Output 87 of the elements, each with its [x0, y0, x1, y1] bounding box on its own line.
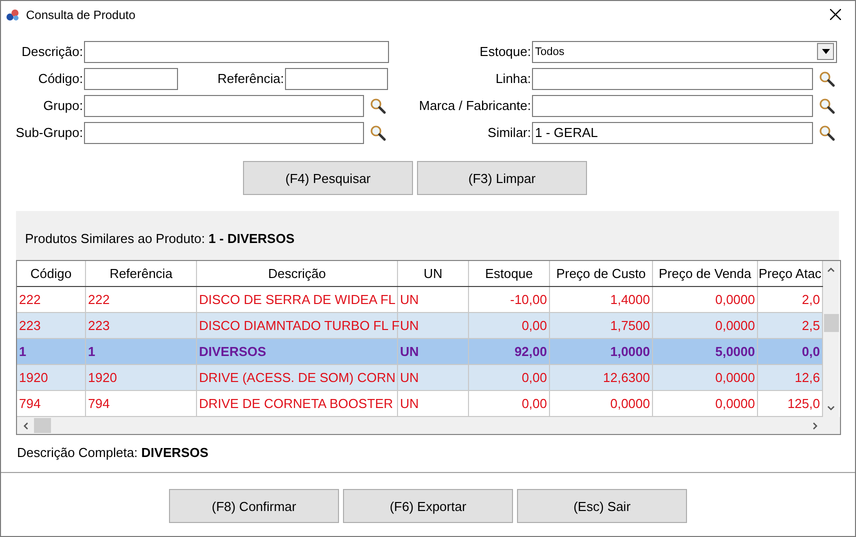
table-cell: 222 [86, 287, 197, 312]
search-icon[interactable] [370, 124, 386, 140]
scroll-down-icon[interactable] [827, 404, 835, 412]
table-cell: DRIVE (ACESS. DE SOM) CORN [197, 365, 398, 390]
dropdown-arrow-icon [822, 49, 830, 54]
column-header[interactable]: Preço de Venda [653, 261, 758, 286]
app-logo-icon [6, 8, 20, 22]
table-cell: 5,0000 [653, 339, 758, 364]
window-title: Consulta de Produto [26, 8, 136, 22]
column-header[interactable]: Código [17, 261, 86, 286]
full-description: Descrição Completa: DIVERSOS [17, 445, 210, 460]
column-header[interactable]: UN [398, 261, 469, 286]
scroll-up-icon[interactable] [827, 266, 835, 274]
scroll-left-icon[interactable] [22, 422, 30, 430]
export-button[interactable]: (F6) Exportar [343, 489, 513, 523]
search-icon[interactable] [370, 98, 386, 114]
table-cell: 0,00 [469, 391, 550, 416]
table-cell: 794 [86, 391, 197, 416]
table-cell: 1 [86, 339, 197, 364]
table-cell: 0,00 [469, 313, 550, 338]
search-icon[interactable] [819, 98, 835, 114]
table-cell: DISCO DIAMNTADO TURBO FL F [197, 313, 398, 338]
input-field[interactable]: 1 - GERAL [532, 122, 813, 144]
vertical-scrollbar[interactable] [823, 261, 839, 417]
input-field[interactable] [84, 40, 389, 62]
exit-button[interactable]: (Esc) Sair [517, 489, 687, 523]
table-cell: DISCO DE SERRA DE WIDEA FL [197, 287, 398, 312]
table-cell: -10,00 [469, 287, 550, 312]
table-cell: 1,0000 [550, 339, 653, 364]
input-field[interactable] [84, 68, 178, 90]
column-header[interactable]: Preço de Custo [550, 261, 653, 286]
table-cell: UN [398, 313, 469, 338]
table-cell: 0,0000 [653, 313, 758, 338]
table-cell: DRIVE DE CORNETA BOOSTER [197, 391, 398, 416]
table-cell: 92,00 [469, 339, 550, 364]
table-cell: 1920 [17, 365, 86, 390]
table-cell: UN [398, 365, 469, 390]
field-label: Código: [37, 71, 84, 86]
table-cell: 0,0000 [550, 391, 653, 416]
table-cell: 0,0000 [653, 287, 758, 312]
field-label: Similar: [486, 125, 532, 140]
table-cell: 1920 [86, 365, 197, 390]
table-cell: 0,0000 [653, 391, 758, 416]
input-field[interactable] [285, 68, 388, 90]
table-cell: 223 [86, 313, 197, 338]
table-row[interactable]: 223 223 DISCO DIAMNTADO TURBO FL FUN 0,00 1,7500 0,0000 2,5 [17, 313, 823, 339]
table-cell: 1,4000 [550, 287, 653, 312]
column-header[interactable]: Estoque [469, 261, 550, 286]
table-cell: 794 [17, 391, 86, 416]
table-cell: 12,6300 [550, 365, 653, 390]
horizontal-scrollbar[interactable] [17, 417, 840, 434]
input-field[interactable] [532, 68, 813, 90]
field-label: Sub-Grupo: [14, 125, 84, 140]
table-row[interactable]: 1920 1920 DRIVE (ACESS. DE SOM) CORN UN 0,00 12,6300 0,0000 12,6 [17, 365, 823, 391]
scrollbar-thumb[interactable] [34, 418, 51, 433]
scroll-right-icon[interactable] [811, 422, 819, 430]
search-icon[interactable] [819, 70, 835, 86]
field-label: Descrição: [20, 44, 84, 59]
table-cell: 222 [17, 287, 86, 312]
table-cell: DIVERSOS [197, 339, 398, 364]
field-label: Marca / Fabricante: [418, 98, 532, 113]
scrollbar-thumb[interactable] [824, 314, 838, 332]
stock-dropdown[interactable]: Todos [532, 40, 837, 62]
table-cell: 1,7500 [550, 313, 653, 338]
table-cell: UN [398, 339, 469, 364]
table-cell: UN [398, 287, 469, 312]
table-cell: 223 [17, 313, 86, 338]
search-icon[interactable] [819, 124, 835, 140]
similar-products-label: Produtos Similares ao Produto: 1 - DIVERSOS [24, 231, 296, 248]
input-field[interactable] [84, 122, 364, 144]
confirm-button[interactable]: (F8) Confirmar [169, 489, 339, 523]
table-cell: 0,00 [469, 365, 550, 390]
close-icon[interactable] [830, 9, 841, 20]
column-header[interactable]: Descrição [197, 261, 398, 286]
field-label: Linha: [494, 71, 532, 86]
input-field[interactable] [84, 94, 364, 116]
table-row[interactable]: 1 1 DIVERSOS UN 92,00 1,0000 5,0000 0,0 [17, 339, 823, 365]
column-header[interactable]: Referência [86, 261, 197, 286]
table-cell: UN [398, 391, 469, 416]
table-cell: 1 [17, 339, 86, 364]
field-label: Grupo: [42, 98, 84, 113]
field-label: Estoque: [478, 44, 532, 59]
input-field[interactable] [532, 94, 813, 116]
clear-button[interactable]: (F3) Limpar [417, 161, 587, 195]
table-cell: 0,0000 [653, 365, 758, 390]
search-button[interactable]: (F4) Pesquisar [243, 161, 413, 195]
field-label: Referência: [216, 71, 285, 86]
